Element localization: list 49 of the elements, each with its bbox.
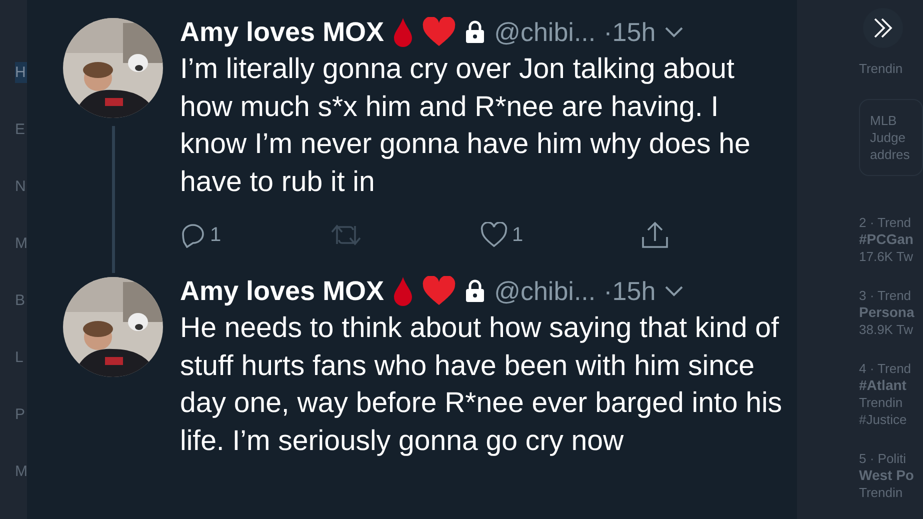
sidebar-item[interactable]: B <box>15 290 27 311</box>
news-category: MLB <box>870 112 898 129</box>
trend-context: 3 · Trend <box>859 287 912 304</box>
heart-icon <box>422 17 456 47</box>
share-icon[interactable] <box>640 221 670 249</box>
heart-outline-icon[interactable] <box>480 222 508 248</box>
news-card[interactable]: MLB Judge addres <box>859 99 923 176</box>
trend-context: 2 · Trend <box>859 214 912 231</box>
timestamp[interactable]: ·15h <box>604 276 656 306</box>
trend-title[interactable]: #PCGan <box>859 231 923 248</box>
trend-meta: Trendin <box>859 484 904 501</box>
user-handle[interactable]: @chibi... <box>494 16 596 48</box>
trend-meta: 17.6K Tw <box>859 248 914 265</box>
sidebar-item[interactable]: N <box>15 176 27 197</box>
blood-drop-icon <box>392 17 414 47</box>
tweet-text: I’m literally gonna cry over Jon talking about how much s*x him and R*nee are having. I know I’m never gonna have him why does he have to rub it in <box>180 52 752 200</box>
expand-button[interactable] <box>863 8 903 48</box>
trend-meta: #Justice <box>859 411 908 428</box>
tweet-text: He needs to think about how saying that kind of stuff hurts fans who have been with him since day one, way before R*nee ever barged into his life. I’m seriously gonna go cry now <box>180 311 784 458</box>
trend-context: 5 · Politi <box>859 450 907 467</box>
trend-title[interactable]: West Po <box>859 467 923 484</box>
like-count: 1 <box>512 224 524 246</box>
reply-count: 1 <box>210 224 222 246</box>
trend-title[interactable]: Persona <box>859 304 923 321</box>
trend-meta: 38.9K Tw <box>859 321 914 338</box>
user-handle[interactable]: @chibi... <box>494 276 596 306</box>
chevron-down-icon[interactable] <box>664 285 684 297</box>
heart-icon <box>422 276 456 306</box>
news-headline: addres <box>870 146 911 163</box>
lock-icon <box>464 20 486 44</box>
trend-context: 4 · Trend <box>859 360 912 377</box>
news-headline: Judge <box>870 129 906 146</box>
sidebar-item[interactable]: P <box>15 404 27 425</box>
sidebar-item[interactable]: E <box>15 119 27 140</box>
sidebar-item[interactable]: M <box>15 233 27 254</box>
chevron-down-icon[interactable] <box>664 26 684 38</box>
blood-drop-icon <box>392 276 414 306</box>
display-name[interactable]: Amy loves MOX <box>180 276 384 306</box>
lock-icon <box>464 279 486 303</box>
reply-icon[interactable] <box>180 222 206 248</box>
timestamp[interactable]: ·15h <box>604 16 656 48</box>
sidebar-item[interactable]: M <box>15 461 27 482</box>
double-chevron-icon <box>872 17 894 39</box>
trend-title[interactable]: #Atlant <box>859 377 923 394</box>
trend-context: Trendin <box>859 60 904 77</box>
trend-meta: Trendin <box>859 394 904 411</box>
sidebar-item[interactable]: H <box>15 62 27 83</box>
sidebar-item[interactable]: L <box>15 347 27 368</box>
display-name[interactable]: Amy loves MOX <box>180 16 384 48</box>
